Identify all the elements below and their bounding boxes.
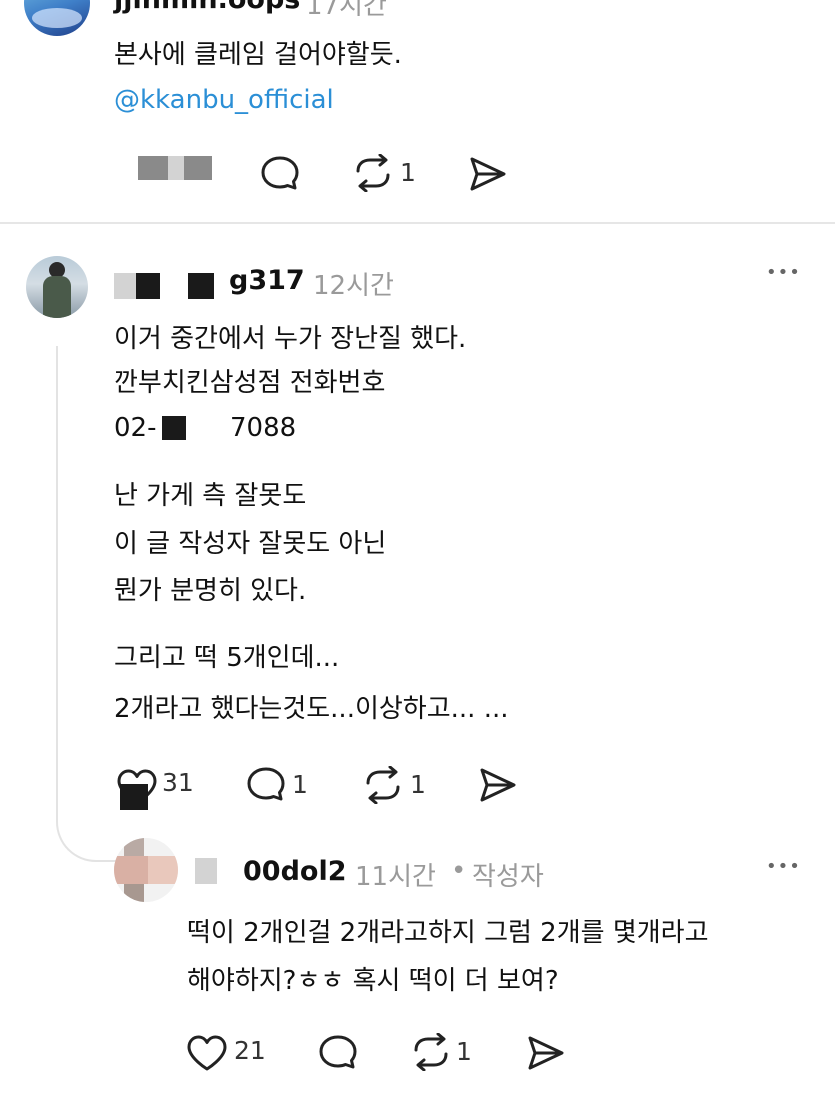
post-timestamp: 11시간	[355, 862, 436, 892]
avatar[interactable]	[26, 256, 88, 318]
share-icon[interactable]	[526, 1034, 566, 1072]
like-count: 21	[234, 1036, 266, 1065]
thread-line	[56, 346, 58, 816]
heart-icon[interactable]	[186, 1034, 228, 1072]
reply-icon[interactable]	[260, 155, 300, 191]
repost-count: 1	[456, 1037, 472, 1066]
meta-separator: •	[451, 856, 467, 886]
post-text-line: 2개라고 했다는것도...이상하고... ...	[114, 694, 509, 724]
post-text-line: 해야하지?ㅎㅎ 혹시 떡이 더 보여?	[187, 966, 559, 996]
author-badge: 작성자	[472, 862, 544, 892]
post-timestamp: 17시간	[306, 0, 387, 21]
divider	[0, 222, 835, 224]
redacted-block	[162, 416, 186, 440]
post-username[interactable]: 00dol2	[243, 856, 347, 887]
redacted-block	[195, 858, 217, 884]
more-icon[interactable]: •••	[766, 262, 801, 283]
share-icon[interactable]	[478, 766, 518, 804]
repost-icon[interactable]	[410, 1033, 452, 1071]
post-timestamp: 12시간	[313, 271, 394, 301]
reply-icon[interactable]	[246, 766, 286, 802]
avatar[interactable]	[24, 0, 90, 36]
share-icon[interactable]	[468, 155, 508, 193]
repost-icon[interactable]	[362, 766, 404, 804]
post-username[interactable]: g317	[229, 265, 305, 296]
like-count: 31	[162, 768, 194, 797]
redacted-block	[114, 273, 214, 299]
post-text-line: 뭔가 분명히 있다.	[114, 576, 307, 606]
avatar[interactable]	[114, 838, 178, 902]
reply-icon[interactable]	[318, 1034, 358, 1070]
more-icon[interactable]: •••	[766, 856, 801, 877]
repost-count: 1	[410, 770, 426, 799]
post-text-line: 그리고 떡 5개인데...	[114, 643, 340, 673]
reply-count: 1	[292, 770, 308, 799]
redacted-block	[120, 784, 148, 810]
repost-icon[interactable]	[352, 154, 394, 192]
post-text-line: 7088	[230, 413, 297, 443]
redacted-block	[138, 156, 212, 180]
post-username[interactable]: jjinmin.oops	[114, 0, 300, 15]
thread-curve	[56, 800, 116, 862]
post-text-line: 02-	[114, 413, 157, 443]
repost-count: 1	[400, 158, 416, 187]
mention-link[interactable]: @kkanbu_official	[114, 72, 334, 128]
